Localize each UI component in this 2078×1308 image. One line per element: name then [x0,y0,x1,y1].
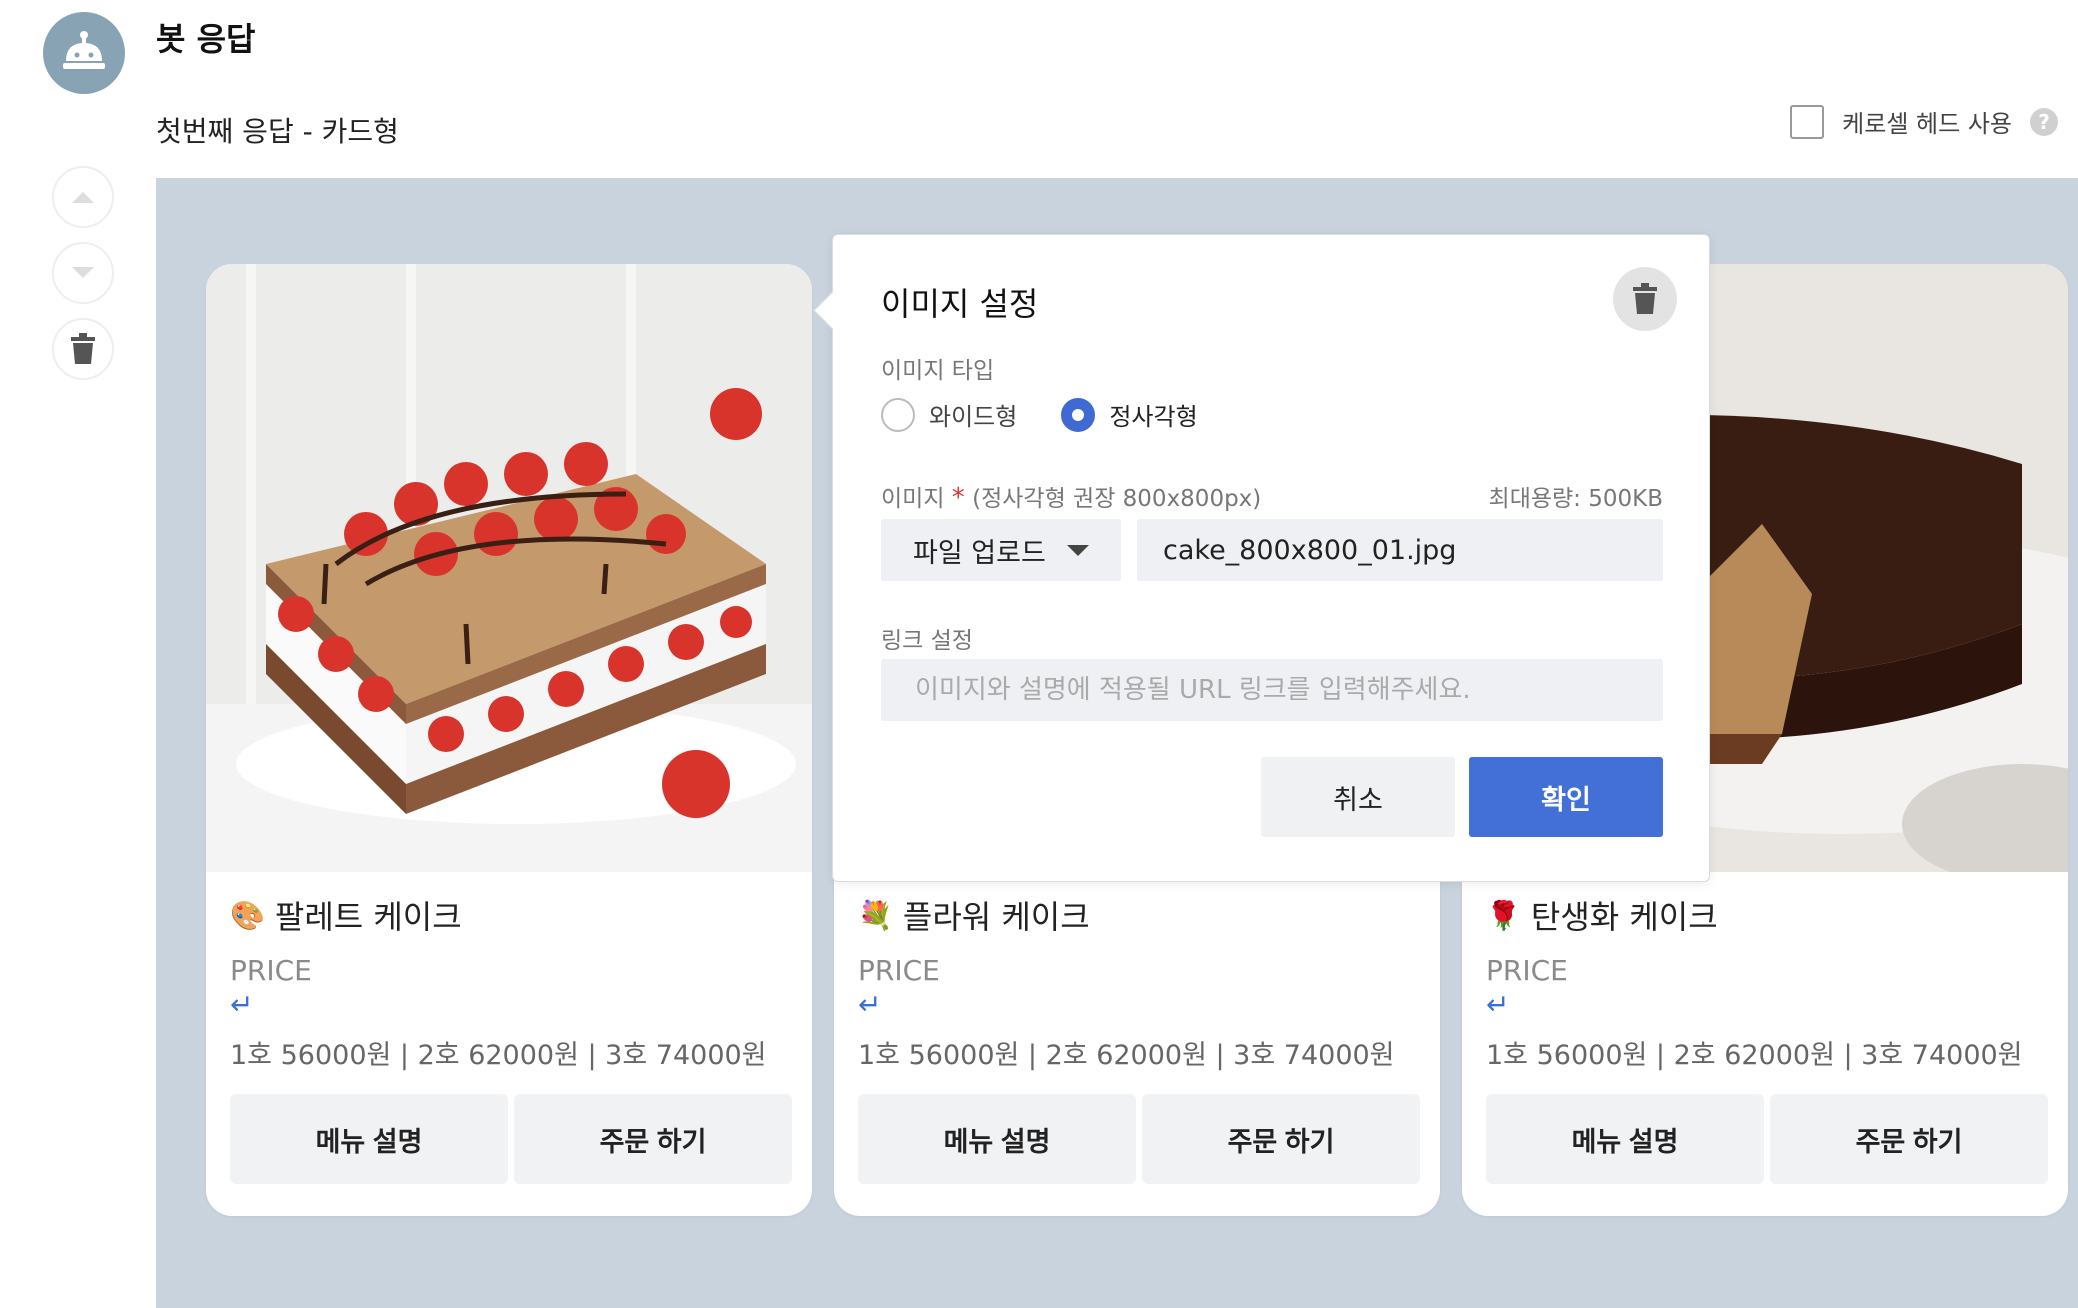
upload-type-value: 파일 업로드 [913,537,1046,569]
bot-avatar [43,12,125,94]
link-url-input[interactable] [881,659,1663,721]
card-price-line[interactable]: 1호 56000원 | 2호 62000원 | 3호 74000원 [1486,1033,2048,1072]
bouquet-emoji-icon: 💐 [858,898,893,932]
enter-icon: ↵ [858,988,882,1021]
robot-icon [63,31,105,69]
file-name-value: cake_800x800_01.jpg [1163,534,1457,566]
carousel-head-checkbox[interactable] [1790,104,1825,139]
enter-icon: ↵ [230,988,254,1021]
delete-image-button[interactable] [1613,267,1677,331]
card-title[interactable]: 🌹 탄생화 케이크 [1486,892,2048,938]
image-size-hint: (정사각형 권장 800x800px) [972,486,1262,512]
max-size-label: 최대용량: 500KB [1488,486,1663,512]
card-buttons: 메뉴 설명 주문 하기 [1486,1094,2048,1184]
upload-type-select[interactable]: 파일 업로드 [881,519,1121,581]
carousel-head-option: 케로셀 헤드 사용 ? [1790,104,2058,139]
order-button[interactable]: 주문 하기 [1142,1094,1420,1184]
move-up-button[interactable] [52,166,114,228]
card-1[interactable]: 🎨 팔레트 케이크 PRICE ↵ 1호 56000원 | 2호 62000원 … [206,264,812,1216]
help-icon[interactable]: ? [2030,107,2058,136]
card-title-text: 탄생화 케이크 [1530,898,1718,936]
file-name-field[interactable]: cake_800x800_01.jpg [1137,519,1663,581]
card-body: 💐 플라워 케이크 PRICE ↵ 1호 56000원 | 2호 62000원 … [858,892,1420,1072]
carousel-head-label: 케로셀 헤드 사용 [1842,110,2012,138]
move-down-button[interactable] [52,242,114,304]
menu-description-button[interactable]: 메뉴 설명 [1486,1094,1764,1184]
image-type-radio-group: 와이드형 정사각형 [881,397,1242,432]
caret-down-icon [1067,545,1089,556]
menu-description-button[interactable]: 메뉴 설명 [858,1094,1136,1184]
card-buttons: 메뉴 설명 주문 하기 [858,1094,1420,1184]
image-label-text: 이미지 [881,486,945,512]
card-title[interactable]: 💐 플라워 케이크 [858,892,1420,938]
trash-icon [1633,283,1657,314]
popup-title: 이미지 설정 [881,285,1039,323]
chevron-down-icon [72,267,94,278]
rose-emoji-icon: 🌹 [1486,898,1521,932]
card-body: 🌹 탄생화 케이크 PRICE ↵ 1호 56000원 | 2호 62000원 … [1486,892,2048,1072]
order-button[interactable]: 주문 하기 [514,1094,792,1184]
order-button[interactable]: 주문 하기 [1770,1094,2048,1184]
response-subtitle: 첫번째 응답 - 카드형 [156,115,399,148]
palette-emoji-icon: 🎨 [230,898,265,932]
radio-wide-label[interactable]: 와이드형 [929,397,1017,432]
card-price-line[interactable]: 1호 56000원 | 2호 62000원 | 3호 74000원 [858,1033,1420,1072]
image-field-label: 이미지 * (정사각형 권장 800x800px) [881,479,1261,513]
confirm-button[interactable]: 확인 [1469,757,1663,837]
card-body: 🎨 팔레트 케이크 PRICE ↵ 1호 56000원 | 2호 62000원 … [230,892,792,1072]
required-mark: * [951,483,965,513]
radio-wide[interactable] [881,397,915,432]
card-buttons: 메뉴 설명 주문 하기 [230,1094,792,1184]
card-title[interactable]: 🎨 팔레트 케이크 [230,892,792,938]
card-title-text: 팔레트 케이크 [274,898,462,936]
image-type-label: 이미지 타입 [881,358,995,384]
chevron-up-icon [72,192,94,203]
delete-response-button[interactable] [52,318,114,380]
radio-square-label[interactable]: 정사각형 [1109,397,1197,432]
cancel-button[interactable]: 취소 [1261,757,1455,837]
page-title: 봇 응답 [156,20,256,58]
card-title-text: 플라워 케이크 [902,898,1090,936]
card-price-label[interactable]: PRICE [1486,954,2048,987]
radio-square[interactable] [1061,397,1096,432]
card-price-label[interactable]: PRICE [230,954,792,987]
menu-description-button[interactable]: 메뉴 설명 [230,1094,508,1184]
card-price-label[interactable]: PRICE [858,954,1420,987]
image-settings-popup: 이미지 설정 이미지 타입 와이드형 정사각형 이미지 * (정사각형 권장 8… [813,234,1710,882]
trash-icon [71,333,95,364]
strawberry-cake-image[interactable] [206,264,812,872]
link-settings-label: 링크 설정 [881,628,973,654]
enter-icon: ↵ [1486,988,1510,1021]
card-price-line[interactable]: 1호 56000원 | 2호 62000원 | 3호 74000원 [230,1033,792,1072]
